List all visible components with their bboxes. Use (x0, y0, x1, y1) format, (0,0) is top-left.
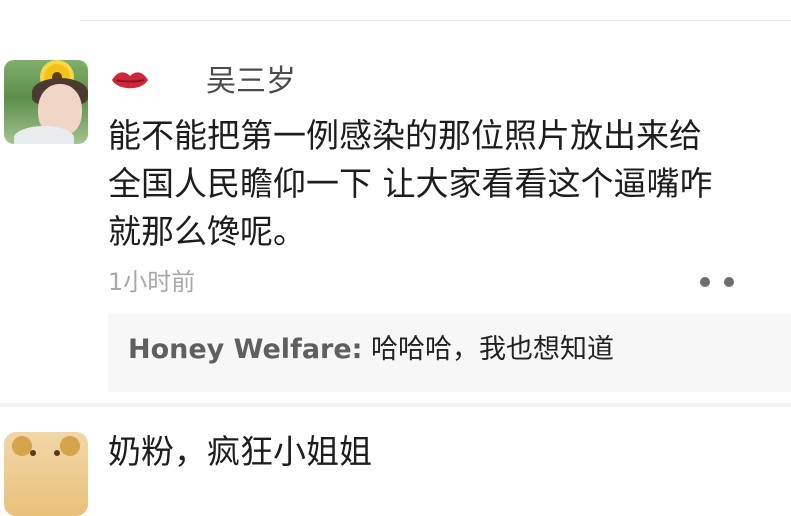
avatar[interactable] (4, 432, 88, 516)
top-divider (80, 20, 791, 21)
comment-line: 就那么馋呢。 (108, 212, 306, 251)
bear-eye (54, 450, 60, 456)
bear-ear (60, 436, 80, 456)
comment-line: 全国人民瞻仰一下 让大家看看这个逼嘴咋 (108, 164, 713, 203)
reply-item: Honey Welfare: 哈哈哈，我也想知道 (128, 332, 614, 368)
comment-username[interactable]: 吴三岁 (206, 64, 296, 100)
next-comment-username[interactable]: 奶粉，疯狂小姐姐 (108, 432, 372, 472)
reply-text: 哈哈哈，我也想知道 (362, 334, 615, 365)
avatar[interactable] (4, 60, 88, 144)
avatar-shirt (14, 126, 74, 144)
lips-icon (112, 72, 148, 89)
more-icon (700, 277, 710, 287)
reply-author[interactable]: Honey Welfare: (128, 334, 362, 365)
comment-divider (0, 403, 791, 407)
bear-ear (12, 436, 32, 456)
more-icon (724, 277, 734, 287)
comment-line: 能不能把第一例感染的那位照片放出来给 (108, 116, 702, 155)
comment-content: 能不能把第一例感染的那位照片放出来给 全国人民瞻仰一下 让大家看看这个逼嘴咋 就… (108, 112, 768, 256)
reply-box[interactable]: Honey Welfare: 哈哈哈，我也想知道 (108, 314, 791, 392)
more-button[interactable] (700, 272, 734, 292)
bear-eye (30, 450, 36, 456)
comment-time: 1小时前 (108, 268, 196, 296)
